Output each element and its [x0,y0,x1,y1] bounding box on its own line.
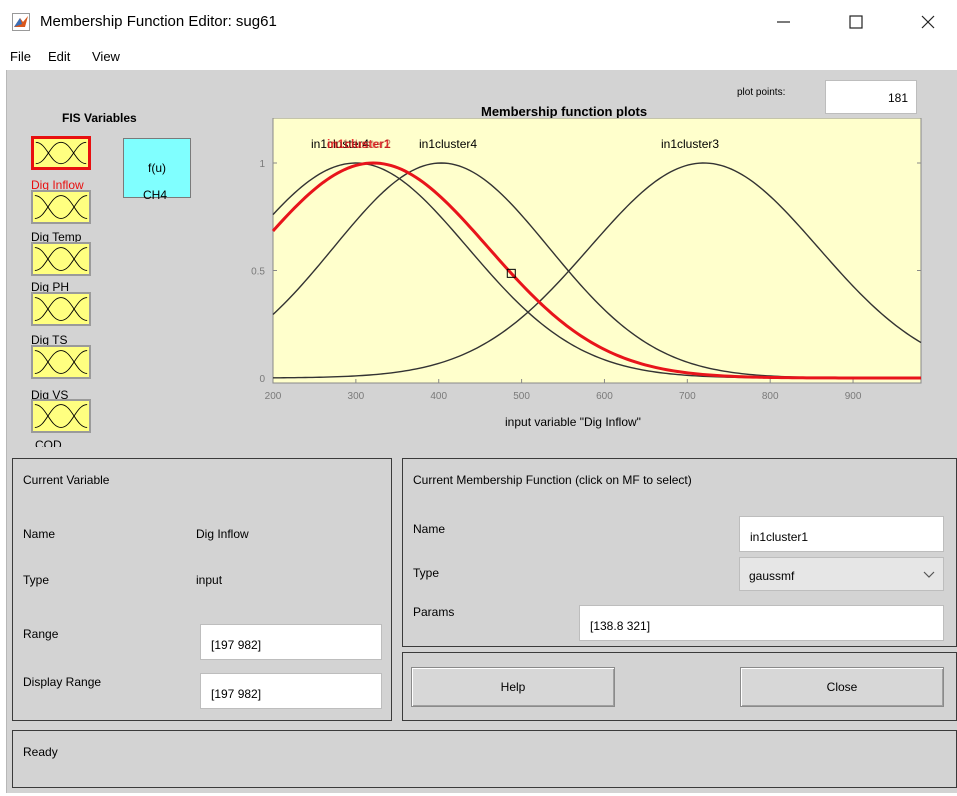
y-tick-label: 0 [259,374,265,385]
mf-name-label: Name [413,522,446,536]
current-mf-panel: Current Membership Function (click on MF… [402,458,957,647]
maximize-button[interactable] [833,6,879,38]
plot-title: Membership function plots [481,104,648,119]
fis-variables-title: FIS Variables [62,111,137,125]
mf-params-label: Params [413,605,455,619]
menu-view[interactable]: View [92,49,120,64]
y-tick-label: 0.5 [251,267,265,278]
chevron-down-icon [923,571,935,578]
menu-file[interactable]: File [10,49,31,64]
status-text: Ready [23,745,58,759]
x-tick-label: 400 [430,391,447,402]
close-button[interactable]: Close [740,667,944,707]
variable-name-value: Dig Inflow [196,527,249,541]
minimize-button[interactable] [760,6,806,38]
mf-params-input[interactable]: [138.8 321] [579,605,944,641]
button-panel: Help Close [402,652,957,721]
x-tick-label: 600 [596,391,613,402]
mf-type-value: gaussmf [749,569,795,583]
input-variable-dig-temp[interactable] [31,190,91,224]
plot-points-label: plot points: [737,87,786,98]
title-bar: Membership Function Editor: sug61 [0,0,957,44]
x-tick-label: 300 [348,391,365,402]
variable-type-label: Type [23,573,50,587]
display-range-label: Display Range [23,675,102,689]
matlab-icon [12,13,30,31]
maximize-icon [849,15,863,29]
input-variable-dig-ts[interactable] [31,292,91,326]
y-tick-label: 1 [259,159,265,170]
input-variable-dig-ph[interactable] [31,242,91,276]
minimize-icon [777,21,790,23]
x-tick-label: 800 [762,391,779,402]
range-label: Range [23,627,59,641]
mf-name-input[interactable]: in1cluster1 [739,516,944,552]
current-mf-title: Current Membership Function (click on MF… [413,473,692,487]
input-variable-cod[interactable] [31,399,91,433]
mf-shape-icon [34,404,88,428]
x-tick-label: 200 [265,391,282,402]
x-tick-label: 900 [845,391,862,402]
current-variable-title: Current Variable [23,473,110,487]
input-variable-dig-inflow[interactable] [31,136,91,170]
variable-name-label: Name [23,527,56,541]
editor-figure: FIS Variables Dig Inflow Dig Temp Dig PH… [6,70,957,793]
variable-type-value: input [196,573,223,587]
membership-function-plot[interactable]: 0 0.5 1 200 300 400 500 600 700 800 900 in1cluste… [243,118,933,438]
x-tick-label: 500 [513,391,530,402]
status-panel: Ready [12,730,957,788]
input-label-cod: COD [35,438,62,447]
close-icon [921,15,935,29]
output-function-symbol: f(u) [148,161,166,175]
mf-label-overlap-dark[interactable]: in1cluster2 [333,137,391,151]
mf-label-in1cluster4[interactable]: in1cluster4 [419,137,477,151]
plot-area [272,118,922,384]
current-variable-panel: Current Variable Name Dig Inflow Type in… [12,458,392,721]
x-axis-label: input variable "Dig Inflow" [505,415,641,429]
mf-shape-icon [34,350,88,374]
menu-bar: File Edit View [0,44,957,70]
menu-edit[interactable]: Edit [48,49,70,64]
mf-type-select[interactable]: gaussmf [739,557,944,591]
display-range-input[interactable]: [197 982] [200,673,382,709]
mf-shape-icon [34,247,88,271]
input-variable-dig-vs[interactable] [31,345,91,379]
output-label-ch4: CH4 [143,188,168,202]
close-window-button[interactable] [906,6,952,38]
range-input[interactable]: [197 982] [200,624,382,660]
x-tick-label: 700 [679,391,696,402]
mf-shape-icon [34,195,88,219]
help-button[interactable]: Help [411,667,615,707]
plot-points-input[interactable]: 181 [825,80,917,114]
mf-shape-icon [34,297,88,321]
mf-type-label: Type [413,566,440,580]
mf-label-in1cluster3[interactable]: in1cluster3 [661,137,719,151]
mf-shape-icon [35,141,87,165]
window-title: Membership Function Editor: sug61 [40,13,277,30]
